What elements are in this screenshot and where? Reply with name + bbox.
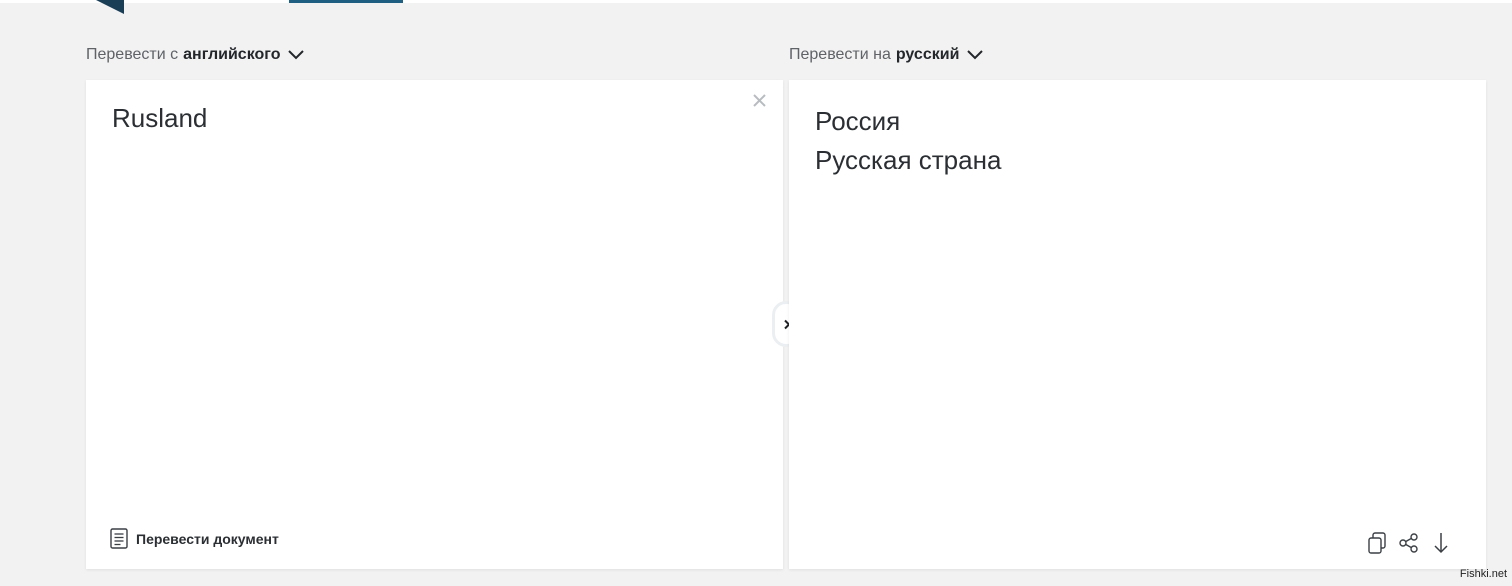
copy-icon (1368, 531, 1386, 554)
translate-document-label: Перевести документ (136, 530, 279, 547)
top-bar (0, 0, 1512, 3)
close-icon (752, 93, 766, 107)
download-icon (1434, 533, 1448, 554)
active-tab-indicator (289, 0, 403, 3)
target-panel: Россия Русская страна (789, 80, 1486, 569)
target-language-select[interactable]: Перевести на русский (789, 44, 984, 66)
share-button[interactable] (1398, 531, 1420, 555)
target-language-prefix: Перевести на (789, 46, 891, 63)
translation-line: Россия (815, 106, 901, 136)
source-language-select[interactable]: Перевести с английского (86, 44, 305, 66)
translation-actions (1366, 531, 1452, 555)
source-text-input[interactable]: Rusland (112, 102, 207, 134)
translate-document-button[interactable]: Перевести документ (110, 528, 279, 549)
source-language-name: английского (183, 46, 281, 63)
source-language-prefix: Перевести с (86, 46, 179, 63)
translation-line: Русская страна (815, 145, 1002, 175)
chevron-down-icon (967, 50, 984, 60)
target-language-name: русский (895, 46, 960, 63)
share-icon (1399, 533, 1418, 553)
chevron-down-icon (288, 50, 305, 60)
document-icon (110, 528, 128, 549)
watermark: Fishki.net (1459, 568, 1507, 580)
download-button[interactable] (1430, 531, 1452, 555)
logo-fragment-icon (96, 0, 124, 14)
source-panel: Rusland Перевести документ (86, 80, 783, 569)
clear-button[interactable] (751, 92, 767, 108)
copy-button[interactable] (1366, 531, 1388, 555)
translation-output: Россия Русская страна (815, 102, 1001, 180)
